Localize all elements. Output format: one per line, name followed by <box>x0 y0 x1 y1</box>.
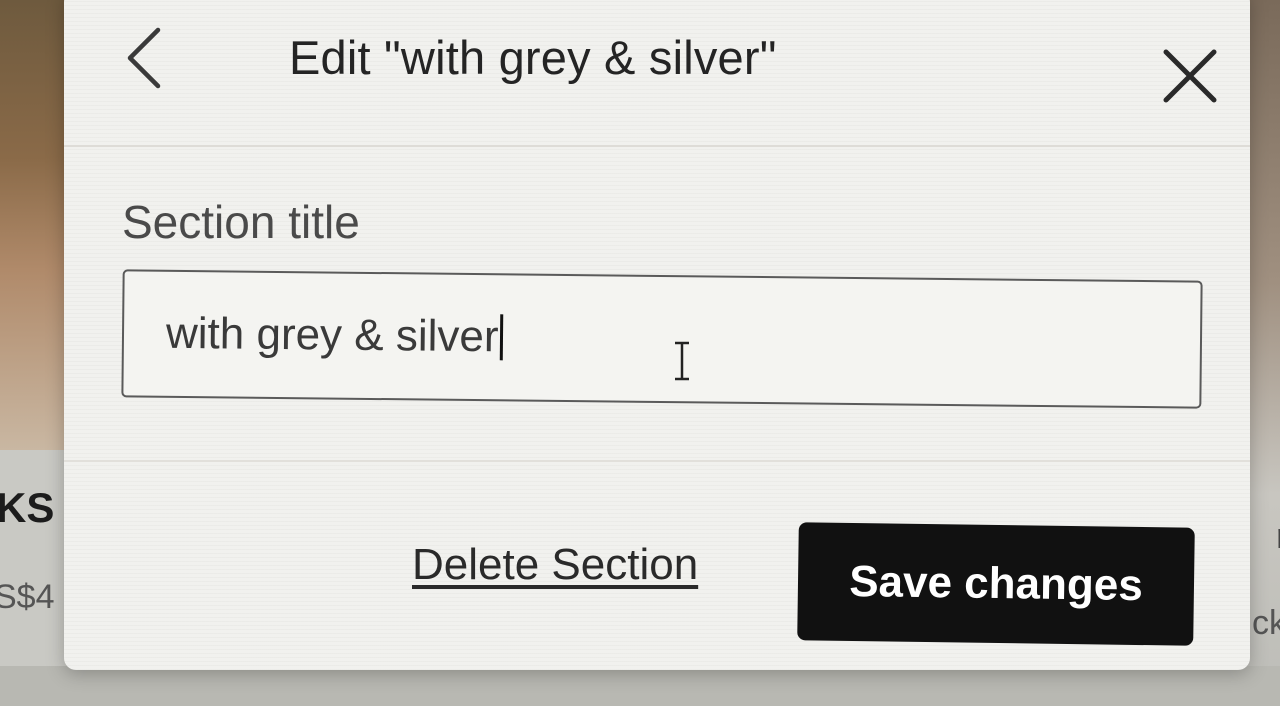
close-button[interactable] <box>1154 40 1224 110</box>
close-icon <box>1163 49 1217 103</box>
section-title-input[interactable]: with grey & silver <box>121 269 1203 409</box>
save-changes-label: Save changes <box>848 556 1144 611</box>
delete-section-link[interactable]: Delete Section <box>412 540 698 590</box>
modal-title: Edit "with grey & silver" <box>289 31 777 84</box>
product-price-fragment: S$4 <box>0 578 55 616</box>
text-caret <box>499 314 503 361</box>
save-changes-button[interactable]: Save changes <box>797 522 1195 646</box>
modal-header: Edit "with grey & silver" <box>64 0 1250 147</box>
product-title-fragment: KS <box>0 484 55 531</box>
product-title-fragment-right: r <box>1276 515 1280 557</box>
chevron-left-icon <box>127 27 161 89</box>
text-cursor-icon <box>675 341 689 381</box>
back-button[interactable] <box>116 20 176 90</box>
page-bottom <box>0 666 1280 706</box>
edit-section-modal: Edit "with grey & silver" Section title … <box>64 0 1250 670</box>
footer-divider <box>64 460 1250 462</box>
section-title-value: with grey & silver <box>165 308 499 362</box>
section-title-label: Section title <box>122 196 360 248</box>
product-text-fragment-right: ck <box>1252 604 1280 642</box>
